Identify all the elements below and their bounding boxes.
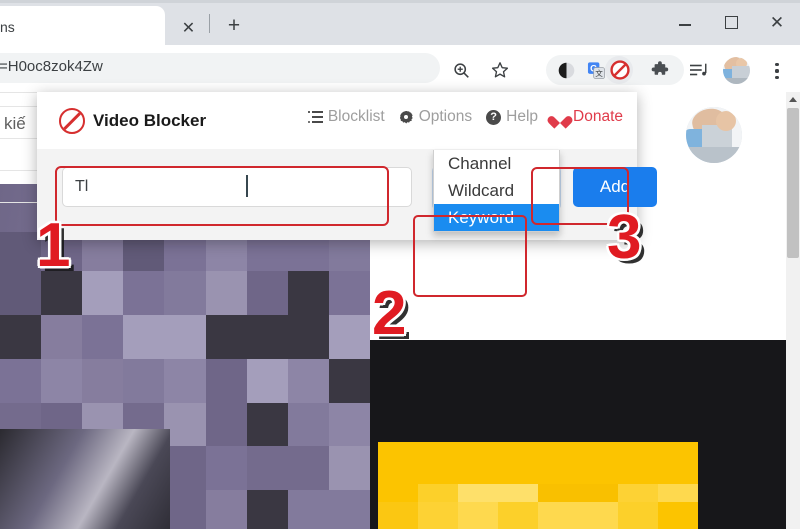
menu-label-donate: Donate <box>573 108 623 125</box>
browser-window: kiế ns ✕ + ✕ =H0oc8zok4Zw 文 Video Blocke… <box>0 0 800 529</box>
page-text-snippet: kiế <box>4 114 26 133</box>
option-keyword[interactable]: Keyword <box>434 204 559 231</box>
scrollbar-thumb[interactable] <box>787 108 799 258</box>
media-controls-icon[interactable] <box>686 57 712 83</box>
half-circle-glyph <box>558 62 574 78</box>
chrome-menu-icon[interactable] <box>766 57 788 85</box>
zoom-search-glyph <box>453 62 469 78</box>
svg-text:文: 文 <box>595 68 603 78</box>
minimize-button[interactable] <box>662 0 708 44</box>
option-channel[interactable]: Channel <box>434 150 559 177</box>
profile-avatar-icon[interactable] <box>722 56 750 84</box>
tab-separator <box>209 14 210 33</box>
menu-item-donate[interactable]: Donate <box>552 108 623 126</box>
channel-avatar[interactable] <box>686 107 742 163</box>
heart-icon <box>552 110 568 125</box>
block-type-options-list[interactable]: Channel Wildcard Keyword <box>433 150 560 232</box>
puzzle-glyph <box>651 60 668 75</box>
translate-glyph: G 文 <box>587 61 605 79</box>
menu-item-help[interactable]: ? Help <box>486 108 538 126</box>
dark-mode-icon[interactable] <box>553 57 579 83</box>
list-icon <box>307 111 323 124</box>
tab-strip: ns ✕ + ✕ <box>0 0 800 45</box>
video-blocker-extension-icon[interactable] <box>607 57 633 83</box>
add-button[interactable]: Add <box>573 167 657 207</box>
option-wildcard[interactable]: Wildcard <box>434 177 559 204</box>
menu-item-blocklist[interactable]: Blocklist <box>307 108 385 126</box>
maximize-button[interactable] <box>708 0 754 44</box>
text-caret <box>246 175 248 197</box>
page-left-rows <box>0 92 40 212</box>
zoom-search-icon[interactable] <box>448 57 474 83</box>
menu-label-help: Help <box>506 108 539 125</box>
extensions-puzzle-icon[interactable] <box>647 57 673 83</box>
tab-title: ns <box>0 19 15 35</box>
new-tab-button[interactable]: + <box>222 13 246 37</box>
window-controls: ✕ <box>662 0 800 44</box>
video-blocker-popup: Video Blocker Blocklist Options ? Help D… <box>37 92 657 240</box>
block-circle-icon <box>59 108 85 134</box>
address-bar-url: =H0oc8zok4Zw <box>0 58 103 75</box>
keyword-input[interactable] <box>62 167 412 207</box>
close-window-button[interactable]: ✕ <box>754 0 800 44</box>
tab-close-icon[interactable]: ✕ <box>179 19 198 38</box>
media-list-glyph <box>690 63 707 76</box>
gear-icon <box>399 110 414 125</box>
menu-label-options: Options <box>418 108 473 125</box>
question-circle-icon: ? <box>486 109 502 125</box>
menu-label-blocklist: Blocklist <box>327 108 385 125</box>
popup-title: Video Blocker <box>93 111 207 130</box>
popup-brand: Video Blocker <box>59 108 206 134</box>
page-scrollbar[interactable] <box>786 92 800 529</box>
star-glyph <box>491 62 509 78</box>
bookmark-star-icon[interactable] <box>487 57 513 83</box>
popup-menu: Blocklist Options ? Help Donate <box>307 108 623 126</box>
menu-item-options[interactable]: Options <box>399 108 472 126</box>
block-circle-glyph <box>610 60 630 80</box>
blurred-video-thumbnail-yellow <box>378 442 698 529</box>
scroll-up-arrow-icon[interactable] <box>786 92 800 106</box>
